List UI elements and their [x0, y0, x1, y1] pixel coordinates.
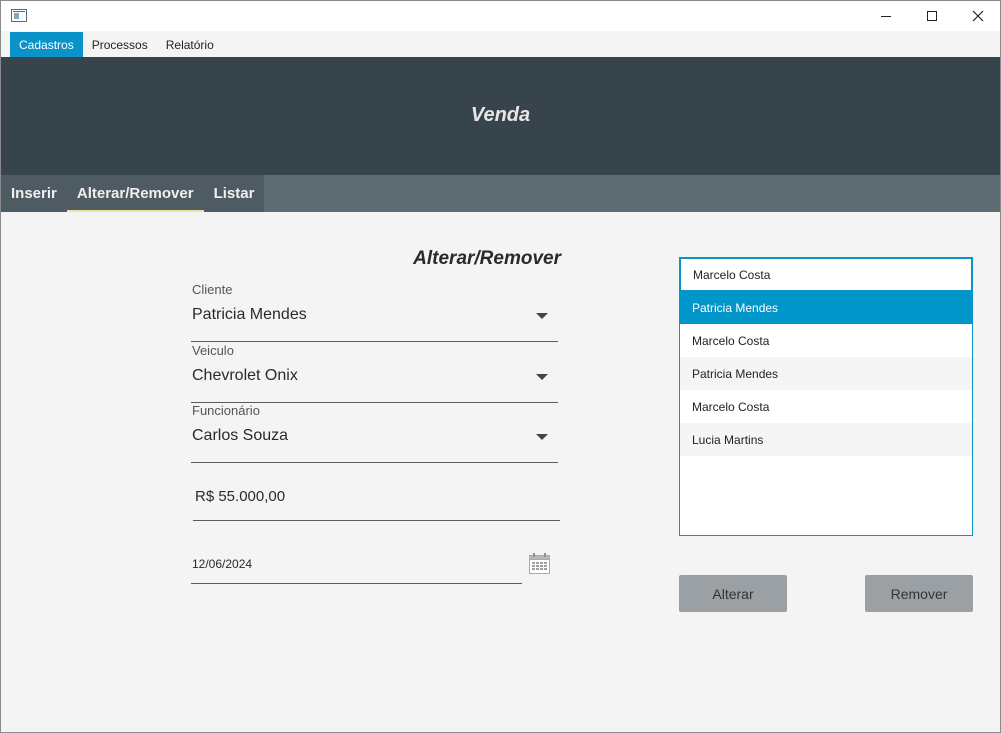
- list-item[interactable]: Marcelo Costa: [680, 390, 972, 423]
- calendar-icon[interactable]: [529, 553, 550, 574]
- chevron-down-icon[interactable]: [536, 434, 548, 440]
- minimize-icon: [881, 15, 891, 17]
- veiculo-label: Veiculo: [192, 343, 234, 358]
- tab-alterar-remover[interactable]: Alterar/Remover: [66, 175, 204, 212]
- list-item[interactable]: Patricia Mendes: [680, 357, 972, 390]
- close-icon: [972, 10, 984, 22]
- tab-inserir[interactable]: Inserir: [1, 175, 67, 212]
- tab-list: Inserir Alterar/Remover Listar: [1, 175, 265, 212]
- chevron-down-icon[interactable]: [536, 374, 548, 380]
- list-item[interactable]: Marcelo Costa: [680, 258, 972, 291]
- data-field[interactable]: 12/06/2024: [191, 545, 522, 584]
- menu-bar: Cadastros Processos Relatório: [1, 32, 1000, 57]
- preco-value: R$ 55.000,00: [195, 488, 286, 505]
- list-item[interactable]: Patricia Mendes: [680, 291, 972, 324]
- funcionario-label: Funcionário: [192, 403, 260, 418]
- tab-bar: Inserir Alterar/Remover Listar: [1, 175, 1000, 212]
- chevron-down-icon[interactable]: [536, 313, 548, 319]
- app-icon: [11, 9, 27, 22]
- menu-item-processos[interactable]: Processos: [83, 32, 157, 57]
- cliente-label: Cliente: [192, 282, 233, 297]
- list-item[interactable]: Marcelo Costa: [680, 324, 972, 357]
- alterar-button[interactable]: Alterar: [679, 575, 787, 612]
- cliente-combo[interactable]: Cliente Patricia Mendes: [191, 282, 558, 342]
- tab-content: Alterar/Remover Cliente Patricia Mendes …: [1, 212, 1000, 732]
- minimize-button[interactable]: [863, 1, 909, 31]
- veiculo-combo[interactable]: Veiculo Chevrolet Onix: [191, 343, 558, 403]
- maximize-button[interactable]: [909, 1, 955, 31]
- preco-field[interactable]: R$ 55.000,00: [193, 474, 560, 521]
- page-header: Venda: [1, 57, 1000, 175]
- title-bar: [1, 1, 1000, 31]
- vendas-list[interactable]: Marcelo Costa Patricia Mendes Marcelo Co…: [679, 257, 973, 536]
- list-item[interactable]: Lucia Martins: [680, 423, 972, 456]
- form-title: Alterar/Remover: [413, 248, 561, 269]
- veiculo-value: Chevrolet Onix: [192, 367, 298, 384]
- funcionario-combo[interactable]: Funcionário Carlos Souza: [191, 403, 558, 463]
- remover-button[interactable]: Remover: [865, 575, 973, 612]
- close-button[interactable]: [955, 1, 1000, 31]
- menu-item-cadastros[interactable]: Cadastros: [10, 32, 83, 57]
- maximize-icon: [927, 11, 937, 21]
- app-window: Cadastros Processos Relatório Venda Inse…: [0, 0, 1001, 733]
- tab-listar[interactable]: Listar: [204, 175, 265, 212]
- funcionario-value: Carlos Souza: [192, 427, 289, 444]
- page-title: Venda: [470, 103, 531, 126]
- cliente-value: Patricia Mendes: [192, 306, 307, 323]
- menu-item-relatorio[interactable]: Relatório: [157, 32, 223, 57]
- data-value: 12/06/2024: [192, 557, 253, 571]
